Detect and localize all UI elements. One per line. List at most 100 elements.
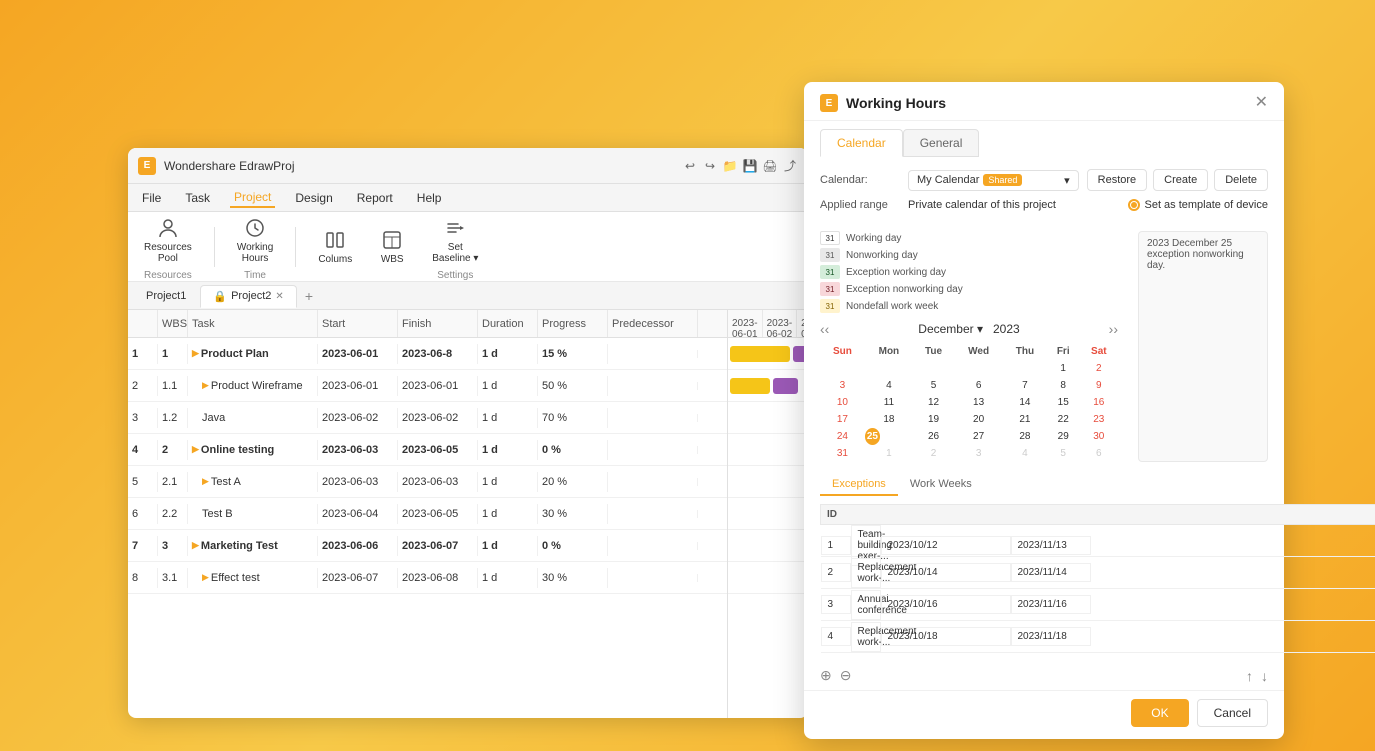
cal-day-17[interactable]: 17 bbox=[820, 411, 865, 428]
set-template-radio[interactable] bbox=[1128, 199, 1140, 211]
calendar-label: Calendar: bbox=[820, 174, 900, 186]
td-start: 2023-06-04 bbox=[318, 504, 398, 524]
menu-help[interactable]: Help bbox=[413, 189, 446, 207]
gantt-row-5 bbox=[728, 466, 808, 498]
td-wbs: 1 bbox=[158, 344, 188, 364]
title-bar: E Wondershare EdrawProj ↩ ↪ 📁 💾 🖨 ⤴ bbox=[128, 148, 808, 184]
working-hours-button[interactable]: WorkingHours bbox=[231, 212, 280, 268]
cal-next-button[interactable]: ›› bbox=[1109, 321, 1118, 337]
cal-day-28[interactable]: 28 bbox=[1003, 428, 1047, 445]
gantt-date-0: 2023-06-01 bbox=[728, 310, 763, 337]
exc-tab-exceptions[interactable]: Exceptions bbox=[820, 474, 898, 496]
calendar-select[interactable]: My Calendar Shared ▾ bbox=[908, 170, 1079, 191]
cal-day-11[interactable]: 11 bbox=[865, 394, 913, 411]
cal-day-23[interactable]: 23 bbox=[1080, 411, 1118, 428]
tab-project1[interactable]: Project1 bbox=[134, 286, 198, 306]
table-row[interactable]: 5 2.1 ▶Test A 2023-06-03 2023-06-03 1 d … bbox=[128, 466, 727, 498]
print-icon[interactable]: 🖨 bbox=[762, 158, 778, 174]
td-finish: 2023-06-05 bbox=[398, 504, 478, 524]
folder-icon[interactable]: 📁 bbox=[722, 158, 738, 174]
cal-day-6[interactable]: 6 bbox=[954, 377, 1003, 394]
cal-day-26[interactable]: 26 bbox=[913, 428, 954, 445]
exc-tab-workweeks[interactable]: Work Weeks bbox=[898, 474, 984, 496]
cal-day-12[interactable]: 12 bbox=[913, 394, 954, 411]
undo-icon[interactable]: ↩ bbox=[682, 158, 698, 174]
cal-day-9[interactable]: 9 bbox=[1080, 377, 1118, 394]
exc-row-4[interactable]: 4 Replacement work-... 2023/10/18 2023/1… bbox=[821, 621, 1375, 653]
redo-icon[interactable]: ↪ bbox=[702, 158, 718, 174]
columns-button[interactable]: Colums bbox=[312, 224, 358, 269]
cal-day-10[interactable]: 10 bbox=[820, 394, 865, 411]
table-row[interactable]: 1 1 ▶Product Plan 2023-06-01 2023-06-8 1… bbox=[128, 338, 727, 370]
share-icon[interactable]: ⤴ bbox=[782, 158, 798, 174]
save-icon[interactable]: 💾 bbox=[742, 158, 758, 174]
cal-day-13[interactable]: 13 bbox=[954, 394, 1003, 411]
menu-task[interactable]: Task bbox=[181, 189, 214, 207]
table-row[interactable]: 2 1.1 ▶Product Wireframe 2023-06-01 2023… bbox=[128, 370, 727, 402]
cal-day-30[interactable]: 30 bbox=[1080, 428, 1118, 445]
dialog-tab-general[interactable]: General bbox=[903, 129, 980, 157]
cal-day-2[interactable]: 2 bbox=[1080, 360, 1118, 377]
cal-day-16[interactable]: 16 bbox=[1080, 394, 1118, 411]
cal-day-5[interactable]: 5 bbox=[913, 377, 954, 394]
tab-add-button[interactable]: + bbox=[299, 286, 319, 306]
exc-td-finish: 2023/11/18 bbox=[1011, 627, 1091, 646]
cal-day-18[interactable]: 18 bbox=[865, 411, 913, 428]
remove-exc-icon[interactable]: ⊖ bbox=[840, 667, 852, 684]
table-row[interactable]: 4 2 ▶Online testing 2023-06-03 2023-06-0… bbox=[128, 434, 727, 466]
resources-pool-button[interactable]: ResourcesPool bbox=[138, 212, 198, 268]
tab-project2-close[interactable]: ✕ bbox=[275, 291, 283, 302]
cancel-button[interactable]: Cancel bbox=[1197, 699, 1268, 727]
exc-td-start: 2023/10/14 bbox=[881, 563, 1011, 582]
th-start: Start bbox=[318, 310, 398, 337]
cal-day-20[interactable]: 20 bbox=[954, 411, 1003, 428]
table-row[interactable]: 3 1.2 Java 2023-06-02 2023-06-02 1 d 70 … bbox=[128, 402, 727, 434]
cal-prev-button[interactable]: ‹‹ bbox=[820, 321, 829, 337]
restore-button[interactable]: Restore bbox=[1087, 169, 1148, 191]
cal-day-31[interactable]: 31 bbox=[820, 445, 865, 462]
cal-day-1[interactable]: 1 bbox=[1047, 360, 1080, 377]
reorder-up-icon[interactable]: ↑ bbox=[1246, 668, 1253, 684]
add-exc-icon[interactable]: ⊕ bbox=[820, 667, 832, 684]
app-window: E Wondershare EdrawProj ↩ ↪ 📁 💾 🖨 ⤴ File… bbox=[128, 148, 808, 718]
cal-day-19[interactable]: 19 bbox=[913, 411, 954, 428]
exc-row-1[interactable]: 1 Team-building exer-... 2023/10/12 2023… bbox=[821, 525, 1375, 557]
cal-header-fri: Fri bbox=[1047, 343, 1080, 360]
set-baseline-button[interactable]: SetBaseline ▾ bbox=[426, 212, 484, 268]
dialog-tab-calendar[interactable]: Calendar bbox=[820, 129, 903, 157]
cal-day-27[interactable]: 27 bbox=[954, 428, 1003, 445]
menu-project[interactable]: Project bbox=[230, 188, 275, 208]
wbs-button[interactable]: WBS bbox=[374, 224, 410, 269]
cal-day-24[interactable]: 24 bbox=[820, 428, 865, 445]
exc-row-3[interactable]: 3 Annual conference 2023/10/16 2023/11/1… bbox=[821, 589, 1375, 621]
ok-button[interactable]: OK bbox=[1131, 699, 1188, 727]
dialog-close-button[interactable]: ✕ bbox=[1255, 95, 1268, 111]
cal-day-8[interactable]: 8 bbox=[1047, 377, 1080, 394]
table-row[interactable]: 8 3.1 ▶Effect test 2023-06-07 2023-06-08… bbox=[128, 562, 727, 594]
menu-design[interactable]: Design bbox=[291, 189, 336, 207]
delete-button[interactable]: Delete bbox=[1214, 169, 1268, 191]
exc-td-start: 2023/10/18 bbox=[881, 627, 1011, 646]
create-button[interactable]: Create bbox=[1153, 169, 1208, 191]
td-duration: 1 d bbox=[478, 344, 538, 364]
cal-day-4[interactable]: 4 bbox=[865, 377, 913, 394]
menu-file[interactable]: File bbox=[138, 189, 165, 207]
cal-day-7[interactable]: 7 bbox=[1003, 377, 1047, 394]
td-num: 8 bbox=[128, 568, 158, 588]
cal-day-22[interactable]: 22 bbox=[1047, 411, 1080, 428]
cal-day-25[interactable]: 25 bbox=[865, 428, 880, 445]
exc-row-2[interactable]: 2 Replacement work-... 2023/10/14 2023/1… bbox=[821, 557, 1375, 589]
cal-day-29[interactable]: 29 bbox=[1047, 428, 1080, 445]
menu-report[interactable]: Report bbox=[353, 189, 397, 207]
td-start: 2023-06-01 bbox=[318, 376, 398, 396]
cal-day-3[interactable]: 3 bbox=[820, 377, 865, 394]
td-num: 7 bbox=[128, 536, 158, 556]
cal-day-15[interactable]: 15 bbox=[1047, 394, 1080, 411]
tab-project2[interactable]: 🔒 Project2 ✕ bbox=[200, 285, 296, 308]
table-row[interactable]: 6 2.2 Test B 2023-06-04 2023-06-05 1 d 3… bbox=[128, 498, 727, 530]
cal-day-14[interactable]: 14 bbox=[1003, 394, 1047, 411]
td-finish: 2023-06-08 bbox=[398, 568, 478, 588]
cal-day-21[interactable]: 21 bbox=[1003, 411, 1047, 428]
table-row[interactable]: 7 3 ▶Marketing Test 2023-06-06 2023-06-0… bbox=[128, 530, 727, 562]
reorder-down-icon[interactable]: ↓ bbox=[1261, 668, 1268, 684]
